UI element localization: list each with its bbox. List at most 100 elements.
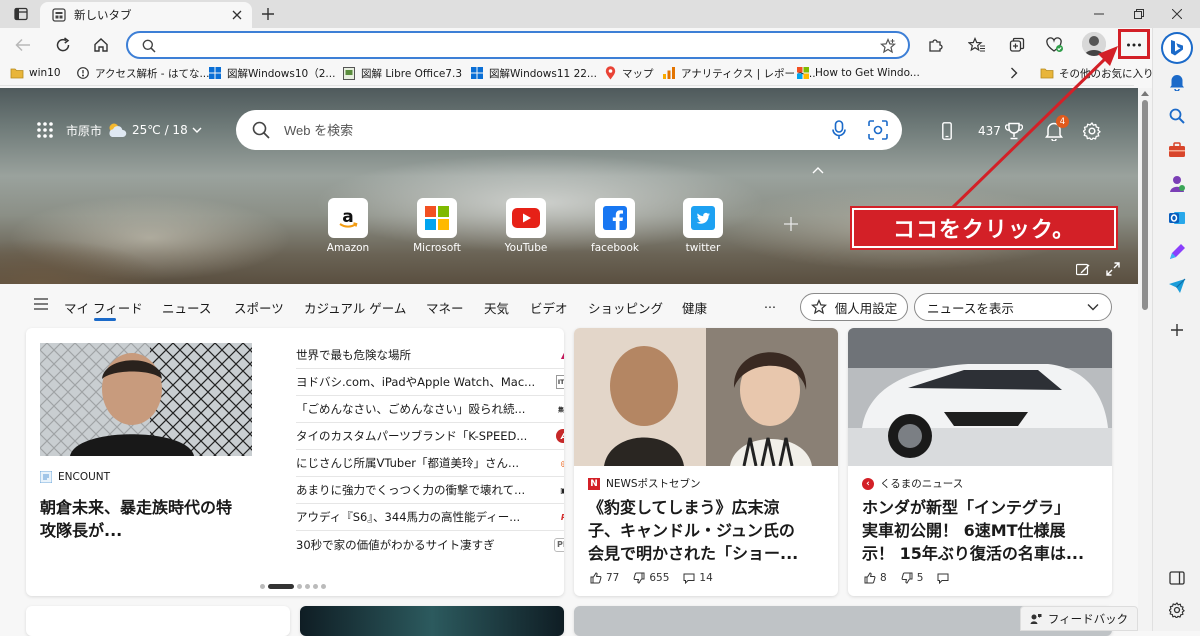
- hide-sidebar-icon[interactable]: [1165, 566, 1189, 590]
- minimize-icon[interactable]: [1082, 2, 1116, 26]
- pagination-dot-active[interactable]: [268, 584, 294, 589]
- news-card-integra[interactable]: ‹ くるまのニュース ホンダが新型「インテグラ」 実車初公開！ 6速MT仕様展 …: [848, 328, 1112, 596]
- tab-news[interactable]: ニュース: [162, 298, 211, 317]
- notifications-bell-icon[interactable]: [1165, 70, 1189, 94]
- list-item[interactable]: ヨドバシ.com、iPadやApple Watch、Mac... ITM: [296, 369, 564, 396]
- search-icon[interactable]: [1165, 104, 1189, 128]
- active-tab-indicator: [94, 318, 116, 321]
- like-button[interactable]: 8: [864, 572, 887, 584]
- tab-video[interactable]: ビデオ: [530, 298, 568, 317]
- pagination-dot[interactable]: [313, 584, 318, 589]
- bookmark-win10[interactable]: win10: [10, 65, 61, 81]
- tab-weather[interactable]: 天気: [484, 298, 509, 317]
- sidebar-settings-gear-icon[interactable]: [1165, 598, 1189, 622]
- article-headline[interactable]: 《豹変してしまう》広末涼 子、キャンドル・ジュン氏の 会見で明かされた「ショー.…: [588, 496, 832, 565]
- tab-sports[interactable]: スポーツ: [234, 298, 284, 317]
- refresh-icon[interactable]: [50, 32, 76, 58]
- tab-casual-games[interactable]: カジュアル ゲーム: [304, 298, 406, 317]
- quicklink-twitter[interactable]: twitter: [673, 198, 733, 254]
- restore-icon[interactable]: [1122, 2, 1156, 26]
- map-pin-icon: [603, 66, 617, 80]
- bing-chat-icon[interactable]: [1163, 34, 1191, 62]
- news-card-hirosue[interactable]: N NEWSポストセブン 《豹変してしまう》広末涼 子、キャンドル・ジュン氏の …: [574, 328, 838, 596]
- list-item[interactable]: アウディ『S6』、344馬力の高性能ディー... R: [296, 504, 564, 531]
- list-item[interactable]: 世界で最も危険な場所 ▲: [296, 342, 564, 369]
- tab-shopping[interactable]: ショッピング: [588, 298, 663, 317]
- expand-icon[interactable]: [1106, 262, 1120, 276]
- bookmark-hatena[interactable]: アクセス解析 - はてな...: [76, 65, 209, 81]
- bookmark-how-to-get-windows[interactable]: How to Get Windo...: [796, 65, 920, 81]
- personalize-button[interactable]: 個人用設定: [800, 293, 908, 321]
- quicklink-microsoft[interactable]: Microsoft: [407, 198, 467, 254]
- home-icon[interactable]: [88, 32, 114, 58]
- feed-menu-hamburger-icon[interactable]: [34, 298, 48, 310]
- list-item[interactable]: にじさんじ所属VTuber「都道美玲」さん... ◎: [296, 450, 564, 477]
- outlook-icon[interactable]: [1165, 206, 1189, 230]
- bookmark-maps[interactable]: マップ: [603, 65, 654, 81]
- web-search-input[interactable]: [284, 120, 804, 140]
- article-headline[interactable]: 朝倉未来、暴走族時代の特 攻隊長が...: [40, 496, 280, 542]
- news-card-stub[interactable]: [300, 606, 564, 636]
- vertical-scrollbar[interactable]: [1138, 88, 1152, 631]
- weather-widget[interactable]: 市原市 25℃ / 18: [36, 118, 202, 142]
- tab-actions-icon[interactable]: [8, 4, 34, 24]
- list-item-text: 世界で最も危険な場所: [296, 348, 411, 362]
- quicklink-amazon[interactable]: a Amazon: [318, 198, 378, 254]
- chevron-down-icon[interactable]: [192, 126, 202, 134]
- add-favorite-star-icon[interactable]: [880, 38, 896, 54]
- list-item[interactable]: あまりに強力でくっつく力の衝撃で壊れて... ▣: [296, 477, 564, 504]
- dislike-button[interactable]: 5: [901, 572, 923, 584]
- address-input[interactable]: [164, 36, 864, 54]
- games-icon[interactable]: [1165, 172, 1189, 196]
- bookmark-libreoffice[interactable]: 図解 Libre Office7.3: [342, 65, 462, 81]
- app-launcher-icon[interactable]: [36, 121, 54, 139]
- tab-health[interactable]: 健康: [682, 298, 707, 317]
- add-quicklink-plus-icon[interactable]: [761, 216, 821, 232]
- close-tab-icon[interactable]: [230, 8, 244, 22]
- feed-more-button[interactable]: ...: [764, 296, 776, 311]
- pagination-dot[interactable]: [297, 584, 302, 589]
- edit-background-icon[interactable]: [1076, 262, 1090, 276]
- response-logo-icon: R: [556, 510, 564, 524]
- visual-search-icon[interactable]: [868, 120, 888, 140]
- quicklink-youtube[interactable]: YouTube: [496, 198, 556, 254]
- close-window-icon[interactable]: [1160, 2, 1194, 26]
- news-display-select[interactable]: ニュースを表示: [914, 293, 1112, 321]
- article-headline[interactable]: ホンダが新型「インテグラ」 実車初公開！ 6速MT仕様展 示！ 15年ぶり復活の…: [862, 496, 1106, 565]
- comment-button[interactable]: 14: [683, 572, 713, 584]
- like-button[interactable]: 77: [590, 572, 619, 584]
- new-tab-plus-icon[interactable]: [258, 4, 278, 24]
- pagination-dot[interactable]: [260, 584, 265, 589]
- back-icon[interactable]: [10, 32, 36, 58]
- web-search-box[interactable]: [236, 110, 902, 150]
- list-item[interactable]: 「ごめんなさい、ごめんなさい」殴られ続... 集英: [296, 396, 564, 423]
- drop-send-icon[interactable]: [1165, 274, 1189, 298]
- add-sidebar-app-plus-icon[interactable]: [1165, 318, 1189, 342]
- feedback-button[interactable]: フィードバック: [1020, 606, 1138, 631]
- dislike-button[interactable]: 655: [633, 572, 669, 584]
- scroll-thumb[interactable]: [1142, 100, 1148, 310]
- article-image-asakura[interactable]: [40, 343, 252, 456]
- quicklink-facebook[interactable]: facebook: [585, 198, 645, 254]
- list-item[interactable]: 30秒で家の価値がわかるサイト凄すぎ PR: [296, 531, 564, 558]
- comment-button[interactable]: [937, 573, 949, 584]
- headline-line: 会見で明かされた「ショー...: [588, 544, 799, 563]
- tools-briefcase-icon[interactable]: [1165, 138, 1189, 162]
- carousel-pagination[interactable]: [260, 584, 326, 589]
- designer-icon[interactable]: [1165, 240, 1189, 264]
- list-item[interactable]: タイのカスタムパーツブランド「K-SPEED... A: [296, 423, 564, 450]
- pagination-dot[interactable]: [321, 584, 326, 589]
- scroll-up-arrow-icon[interactable]: [1141, 90, 1149, 96]
- address-bar[interactable]: [126, 31, 910, 59]
- collapse-chevron-up-icon[interactable]: [812, 166, 824, 174]
- bookmark-windows11[interactable]: 図解Windows11 22...: [470, 65, 597, 81]
- bookmark-analytics[interactable]: アナリティクス | レポート...: [662, 65, 816, 81]
- tab-my-feed[interactable]: マイ フィード: [64, 298, 143, 317]
- pagination-dot[interactable]: [305, 584, 310, 589]
- bookmark-windows10[interactable]: 図解Windows10（2...: [208, 65, 335, 81]
- list-item-text: にじさんじ所属VTuber「都道美玲」さん...: [296, 456, 520, 470]
- tab-money[interactable]: マネー: [426, 298, 464, 317]
- tab-new-tab[interactable]: 新しいタブ: [40, 2, 252, 28]
- news-card-stub[interactable]: [26, 606, 290, 636]
- microphone-icon[interactable]: [832, 120, 846, 140]
